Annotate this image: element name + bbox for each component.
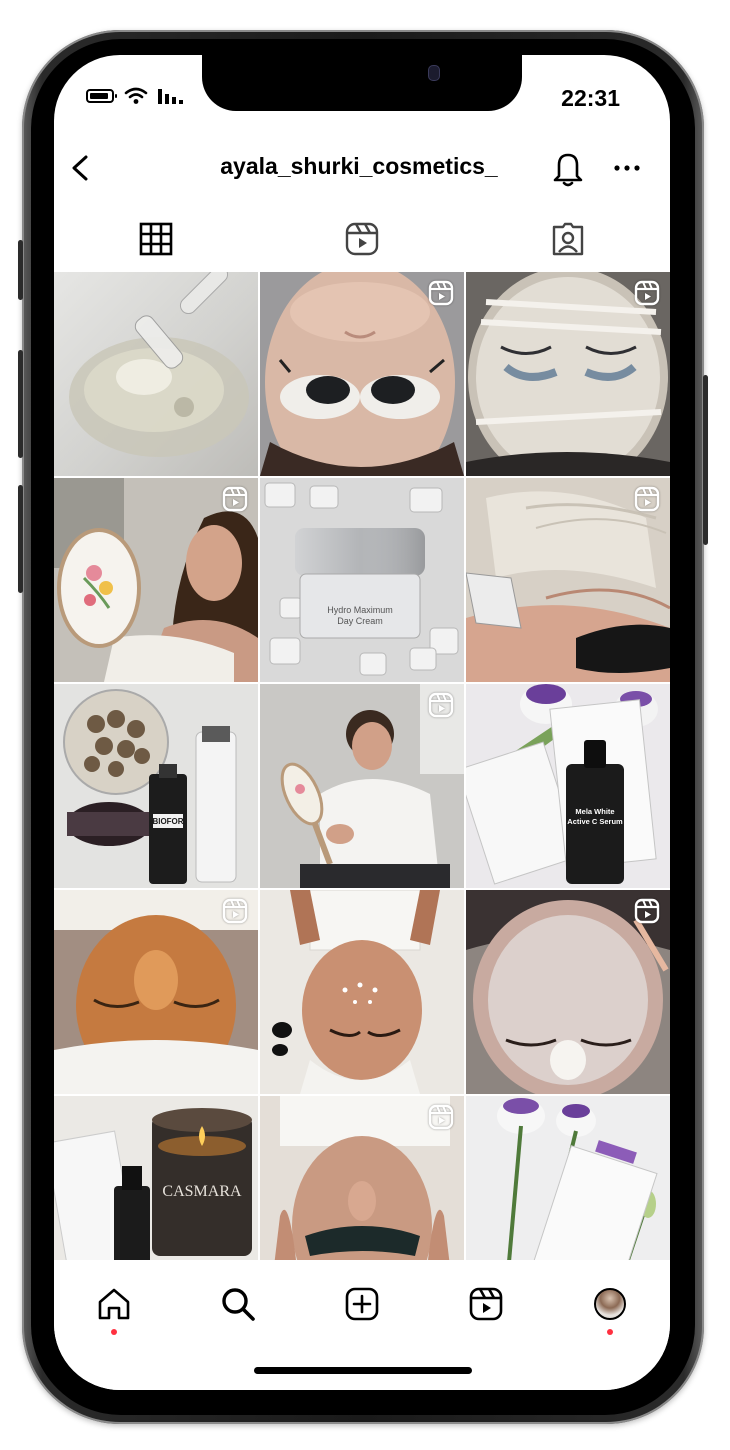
plus-square-icon <box>345 1287 379 1321</box>
svg-text:CASMARA: CASMARA <box>162 1183 242 1200</box>
tagged-icon <box>552 222 584 256</box>
cream-jar-image: Hydro Maximum Day Cream <box>260 478 464 682</box>
back-button[interactable] <box>66 153 96 183</box>
volume-up-button <box>18 350 23 458</box>
battery-icon <box>86 89 117 103</box>
serum-box-image: Mela White Active C Serum <box>466 684 670 888</box>
home-notification-dot <box>111 1329 117 1335</box>
power-button <box>703 375 708 545</box>
profile-tabs <box>54 213 670 269</box>
post-thumbnail[interactable]: BIOFOR <box>54 684 258 888</box>
svg-text:Hydro Maximum: Hydro Maximum <box>327 605 393 615</box>
more-options-button[interactable] <box>612 153 642 188</box>
post-thumbnail[interactable] <box>54 890 258 1094</box>
posts-grid: Hydro Maximum Day Cream BIOFOR Mela Whit… <box>54 272 670 1300</box>
post-thumbnail[interactable] <box>466 272 670 476</box>
post-thumbnail[interactable] <box>260 272 464 476</box>
reel-badge-icon <box>428 1104 454 1130</box>
bell-icon <box>553 153 583 187</box>
nav-profile[interactable] <box>590 1284 630 1324</box>
signal-icon <box>158 89 183 104</box>
post-thumbnail[interactable] <box>466 890 670 1094</box>
reel-badge-icon <box>222 898 248 924</box>
profile-notification-dot <box>607 1329 613 1335</box>
camera <box>428 65 440 81</box>
reel-badge-icon <box>428 280 454 306</box>
svg-text:Active C Serum: Active C Serum <box>567 817 623 826</box>
screen: 22:31 ayala_shurki_cosmetics_ Hydro Maxi… <box>54 55 670 1390</box>
post-thumbnail[interactable] <box>54 478 258 682</box>
avatar <box>594 1288 626 1320</box>
notifications-button[interactable] <box>550 150 586 193</box>
post-thumbnail[interactable]: Mela White Active C Serum <box>466 684 670 888</box>
post-thumbnail[interactable]: Hydro Maximum Day Cream <box>260 478 464 682</box>
nav-reels[interactable] <box>466 1284 506 1324</box>
grid-icon <box>139 222 173 256</box>
nav-home[interactable] <box>94 1284 134 1324</box>
status-time: 22:31 <box>561 85 620 111</box>
more-horizontal-icon <box>614 165 640 171</box>
nav-search[interactable] <box>218 1284 258 1324</box>
mute-switch <box>18 240 23 300</box>
post-thumbnail[interactable] <box>54 272 258 476</box>
serum-drop-image <box>69 272 249 457</box>
reel-badge-icon <box>428 692 454 718</box>
nav-create[interactable] <box>342 1284 382 1324</box>
tab-reels[interactable] <box>342 219 382 259</box>
stones-treatment-image <box>260 890 464 1094</box>
reel-badge-icon <box>222 486 248 512</box>
notch <box>202 55 522 111</box>
profile-username: ayala_shurki_cosmetics_ <box>220 153 498 179</box>
reel-badge-icon <box>634 280 660 306</box>
reels-icon <box>469 1287 503 1321</box>
volume-down-button <box>18 485 23 593</box>
skincare-products-image: BIOFOR <box>54 684 258 888</box>
post-thumbnail[interactable] <box>260 684 464 888</box>
wifi-icon <box>124 87 148 104</box>
tab-grid[interactable] <box>136 219 176 259</box>
reel-badge-icon <box>634 486 660 512</box>
home-indicator <box>254 1367 472 1374</box>
svg-text:BIOFOR: BIOFOR <box>152 817 183 826</box>
home-icon <box>98 1288 130 1320</box>
post-thumbnail[interactable] <box>260 890 464 1094</box>
chevron-left-icon <box>72 155 88 181</box>
svg-text:Mela White: Mela White <box>575 807 614 816</box>
search-icon <box>222 1288 255 1321</box>
reel-badge-icon <box>634 898 660 924</box>
svg-text:Day Cream: Day Cream <box>337 616 383 626</box>
status-indicators <box>86 85 186 107</box>
reels-icon <box>345 222 379 256</box>
post-thumbnail[interactable] <box>466 478 670 682</box>
tab-tagged[interactable] <box>548 219 588 259</box>
